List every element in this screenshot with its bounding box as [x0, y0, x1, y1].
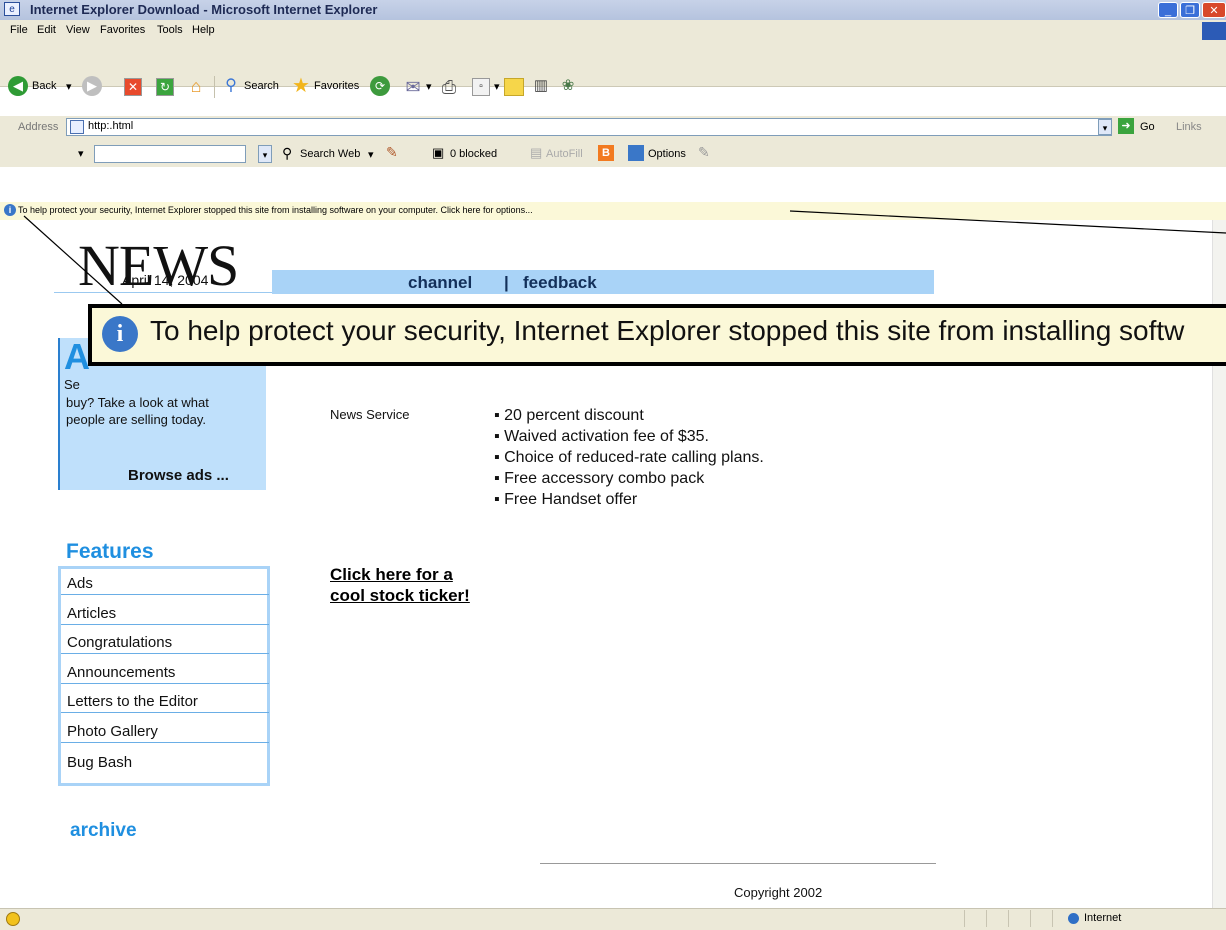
features-title: Features: [66, 540, 154, 563]
copyright: Copyright 2002: [734, 885, 823, 900]
stock-ticker-link[interactable]: Click here for a cool stock ticker!: [330, 564, 470, 606]
status-zone: Internet: [1084, 912, 1122, 924]
features-item-bug-bash[interactable]: Bug Bash: [61, 752, 132, 774]
offer-list: ▪ 20 percent discount ▪ Waived activatio…: [494, 405, 764, 510]
features-item-letters[interactable]: Letters to the Editor: [61, 691, 269, 713]
news-service-label: News Service: [330, 407, 410, 422]
status-separator: [1008, 910, 1009, 927]
offer-item: ▪ Free accessory combo pack: [494, 470, 705, 487]
features-item-photo-gallery[interactable]: Photo Gallery: [61, 721, 269, 743]
features-item-announcements[interactable]: Announcements: [61, 662, 269, 684]
features-item-articles[interactable]: Articles: [61, 603, 269, 625]
offer-item: ▪ Choice of reduced-rate calling plans.: [494, 449, 764, 466]
internet-zone-globe-icon: [1068, 913, 1079, 924]
status-separator: [1030, 910, 1031, 927]
footer-divider: [540, 863, 936, 864]
annotation-line-right: [789, 210, 1226, 234]
features-item-ads[interactable]: Ads: [61, 573, 269, 595]
archive-link[interactable]: archive: [70, 820, 137, 842]
status-warning-icon: [6, 912, 20, 926]
offer-item: ▪ Free Handset offer: [494, 491, 638, 508]
features-item-congratulations[interactable]: Congratulations: [61, 632, 269, 654]
features-box: Ads Articles Congratulations Announcemen…: [58, 566, 270, 786]
offer-item: ▪ Waived activation fee of $35.: [494, 428, 709, 445]
status-bar: [0, 908, 1226, 930]
annotation-line-left: [23, 215, 123, 305]
status-separator: [1052, 910, 1053, 927]
offer-item: ▪ 20 percent discount: [494, 407, 644, 424]
status-separator: [964, 910, 965, 927]
status-separator: [986, 910, 987, 927]
